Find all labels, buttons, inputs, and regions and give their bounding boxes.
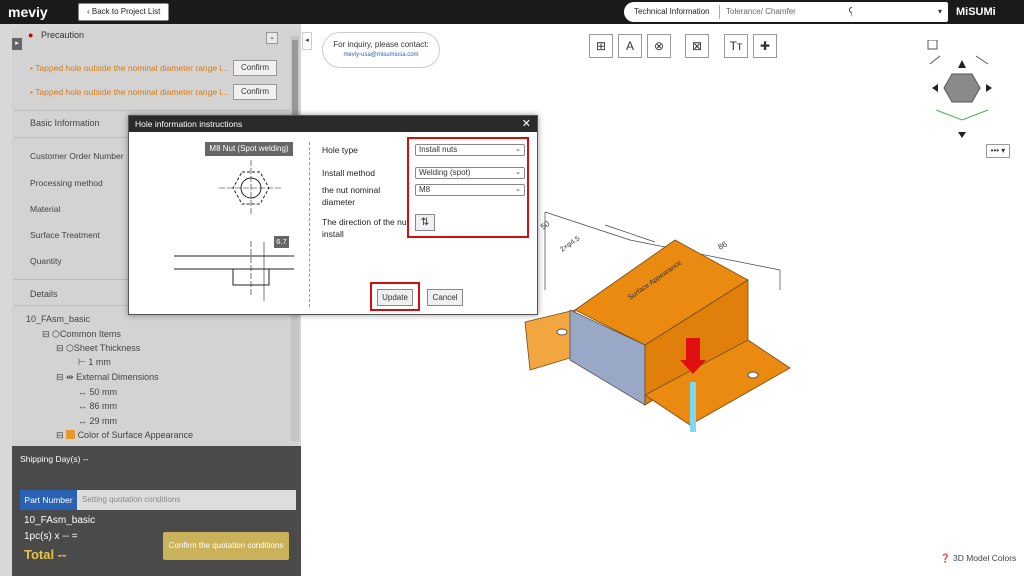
tree-x-dim: ↔ 50 mm (78, 387, 117, 397)
quotation-summary: Shipping Day(s) -- Part Number Setting q… (12, 446, 301, 576)
dialog-separator (309, 142, 310, 307)
view-cube[interactable] (926, 40, 998, 140)
y-dim-icon: ↔ (78, 401, 90, 411)
nut-diagram (174, 160, 294, 301)
top-bar: meviy ‹ Back to Project List Technical I… (0, 0, 1024, 24)
total-price: Total -- (24, 547, 67, 562)
dim-50: 50 (539, 219, 552, 232)
measure-icon[interactable]: ⊠ (685, 34, 709, 58)
precaution-header[interactable]: ● Precaution ⌄ (14, 30, 290, 48)
x-dim-icon: ↔ (78, 387, 90, 397)
tree-color[interactable]: ⊟ Color of Surface Appearance (56, 430, 193, 441)
back-to-project-list-button[interactable]: ‹ Back to Project List (78, 3, 170, 21)
field-material: Material (30, 204, 61, 214)
text-size-icon[interactable]: Tт (724, 34, 748, 58)
chevron-down-icon[interactable]: ⌄ (266, 32, 278, 44)
inquiry-email[interactable]: meviy-usa@misumiusa.com (323, 52, 439, 58)
shipping-days: Shipping Day(s) -- (20, 454, 89, 464)
collapse-panel-toggle[interactable]: ◂ (302, 32, 312, 50)
cube-icon: ⊟ ⬡ (56, 343, 74, 353)
hole-type-label: Hole type (322, 145, 358, 155)
color-swatch-icon: ⊟ (56, 430, 78, 440)
warning-1: • Tapped hole outside the nominal diamet… (30, 63, 229, 73)
tree-common-items[interactable]: ⊟ ⬡Common Items (42, 329, 121, 340)
tree-sheet-val-label: 1 mm (88, 357, 111, 367)
hole-edit-icon[interactable]: ⊞ (589, 34, 613, 58)
details-title[interactable]: Details (30, 289, 58, 299)
precaution-title: Precaution (40, 30, 84, 40)
language-select[interactable]: ▾ (852, 2, 948, 22)
alert-dot-icon: ● (28, 30, 34, 40)
tree-z-label: 29 mm (89, 416, 118, 426)
dialog-title: Hole information instructions (135, 119, 243, 129)
more-options-button[interactable]: ••• ▾ (986, 144, 1010, 158)
close-icon[interactable]: ✕ (522, 116, 531, 132)
tree-root[interactable]: 10_FAsm_basic (26, 314, 90, 324)
views-icon[interactable]: ✚ (753, 34, 777, 58)
confirm-quotation-button[interactable]: Confirm the quotation conditions (163, 532, 289, 560)
basic-information-title[interactable]: Basic Information (30, 118, 100, 128)
field-customer-order: Customer Order Number (30, 151, 124, 161)
dim-holes: 2×φ4.5 (559, 235, 581, 254)
misumi-logo: MiSUMi (956, 6, 996, 18)
technical-search: Technical Information Tolerance/ Chamfer… (624, 2, 870, 22)
z-dim-icon: ↔ (78, 416, 90, 426)
nut-height-value: 6.7 (274, 236, 289, 248)
highlight-box (407, 137, 529, 238)
field-processing-method: Processing method (30, 178, 103, 188)
thickness-icon: ⊢ (78, 357, 89, 367)
meviy-logo: meviy (8, 4, 48, 20)
dimension-text-icon[interactable]: A (618, 34, 642, 58)
part-name: 10_FAsm_basic (24, 515, 96, 526)
model-colors-legend[interactable]: ❓ 3D Model Colors (940, 553, 1016, 564)
search-input[interactable]: Tolerance/ Chamfer (726, 7, 796, 16)
nut-type-tag: M8 Nut (Spot welding) (205, 142, 293, 156)
search-divider (719, 5, 720, 19)
part-number-tag: Part Number (20, 490, 77, 510)
install-method-label: Install method (322, 168, 375, 178)
warning-2: • Tapped hole outside the nominal diamet… (30, 87, 229, 97)
dialog-header: Hole information instructions ✕ (129, 116, 537, 132)
more-label: ••• (990, 146, 1000, 155)
highlight-box (370, 282, 420, 311)
tree-external-dimensions[interactable]: ⊟ ⇹ External Dimensions (56, 372, 159, 383)
tree-color-label: Color of Surface Appearance (77, 430, 194, 440)
inquiry-box: For inquiry, please contact: meviy-usa@m… (322, 32, 440, 68)
field-surface-treatment: Surface Treatment (30, 230, 100, 240)
xyz-icon: ⊟ ⇹ (56, 372, 77, 382)
part-number-input[interactable]: Setting quotation conditions (77, 490, 296, 510)
tree-y-dim: ↔ 86 mm (78, 401, 117, 411)
tree-y-label: 86 mm (89, 401, 118, 411)
quantity-line: 1pc(s) x -- = (24, 531, 78, 542)
field-quantity: Quantity (30, 256, 62, 266)
warning-2-text: Tapped hole outside the nominal diameter… (35, 87, 229, 97)
confirm-button-1[interactable]: Confirm (233, 60, 277, 76)
tree-sheet-label: Sheet Thickness (73, 343, 141, 353)
cancel-button[interactable]: Cancel (427, 289, 463, 306)
technical-info-select[interactable]: Technical Information (634, 7, 710, 16)
warning-1-text: Tapped hole outside the nominal diameter… (35, 63, 229, 73)
hole-info-dialog: Hole information instructions ✕ M8 Nut (S… (128, 115, 538, 315)
dim-86: 86 (717, 239, 730, 252)
help-icon: ❓ (940, 553, 951, 563)
tree-sheet-thickness[interactable]: ⊟ ⬡Sheet Thickness (56, 343, 140, 354)
cube-icon: ⊟ ⬡ (42, 329, 60, 339)
tree-ext-label: External Dimensions (76, 372, 159, 382)
tree-sheet-value: ⊢ 1 mm (78, 357, 111, 368)
back-label: Back to Project List (91, 7, 161, 16)
confirm-button-2[interactable]: Confirm (233, 84, 277, 100)
cancel-hole-icon[interactable]: ⊗ (647, 34, 671, 58)
tree-common-label: Common Items (59, 329, 121, 339)
divider (14, 110, 290, 111)
nut-nominal-label: the nut nominal diameter (322, 185, 381, 207)
tree-x-label: 50 mm (89, 387, 118, 397)
legend-label: 3D Model Colors (952, 553, 1017, 563)
inquiry-text: For inquiry, please contact: (333, 40, 429, 49)
tree-z-dim: ↔ 29 mm (78, 416, 117, 426)
direction-label: The direction of the nut install (322, 217, 409, 239)
